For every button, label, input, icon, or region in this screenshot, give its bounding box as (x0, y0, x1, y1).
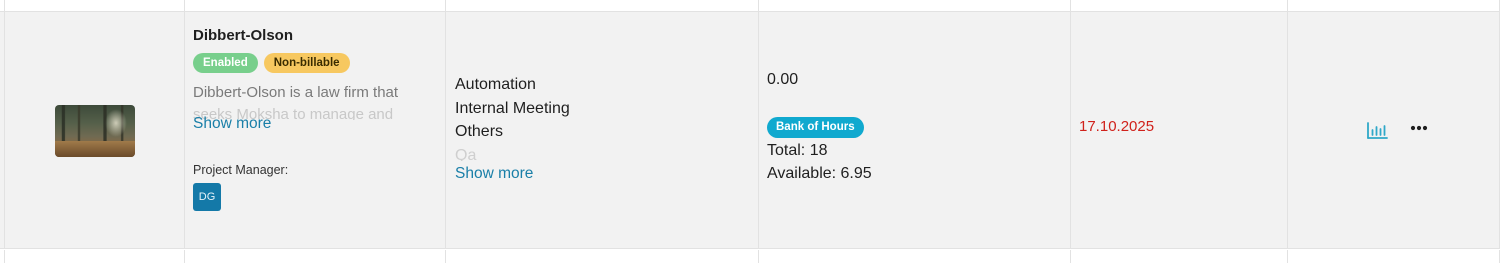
tasks-show-more-link[interactable]: Show more (455, 165, 533, 183)
table-row-next (0, 250, 1500, 263)
bank-of-hours-badge: Bank of Hours (767, 117, 864, 138)
more-horizontal-icon[interactable] (1408, 118, 1430, 138)
project-description: Dibbert-Olson is a law firm that (193, 84, 399, 101)
tasks-cell: Automation Internal Meeting Others Qa Sh… (445, 12, 758, 248)
hours-total: Total: 18 (767, 142, 828, 159)
table-row-previous (0, 0, 1500, 12)
hours-value: 0.00 (767, 71, 799, 88)
bar-chart-icon[interactable] (1365, 121, 1389, 141)
projects-table: Dibbert-Olson Enabled Non-billable Dibbe… (0, 0, 1500, 263)
actions-cell (1287, 12, 1500, 248)
task-item: Automation (455, 76, 536, 93)
task-list: Automation Internal Meeting Others Qa (455, 73, 570, 161)
status-badge: Enabled (193, 53, 258, 73)
project-manager-label: Project Manager: (193, 163, 289, 177)
hours-cell: 0.00 Bank of Hours Total: 18 Available: … (758, 12, 1070, 248)
table-row[interactable]: Dibbert-Olson Enabled Non-billable Dibbe… (0, 12, 1500, 249)
hours-available: Available: 6.95 (767, 165, 872, 182)
due-date: 17.10.2025 (1079, 118, 1155, 135)
task-item: Internal Meeting (455, 99, 570, 117)
project-manager-avatar[interactable]: DG (193, 183, 221, 211)
project-logo (55, 105, 135, 157)
description-show-more-link[interactable]: Show more (193, 115, 271, 133)
logo-cell (4, 12, 184, 248)
project-badges: Enabled Non-billable (193, 53, 350, 73)
project-info-cell: Dibbert-Olson Enabled Non-billable Dibbe… (184, 12, 445, 248)
billing-badge: Non-billable (263, 53, 350, 73)
task-item-faded: Qa (455, 146, 477, 161)
date-cell: 17.10.2025 (1070, 12, 1287, 248)
project-name[interactable]: Dibbert-Olson (193, 27, 293, 44)
task-item: Others (455, 123, 504, 140)
